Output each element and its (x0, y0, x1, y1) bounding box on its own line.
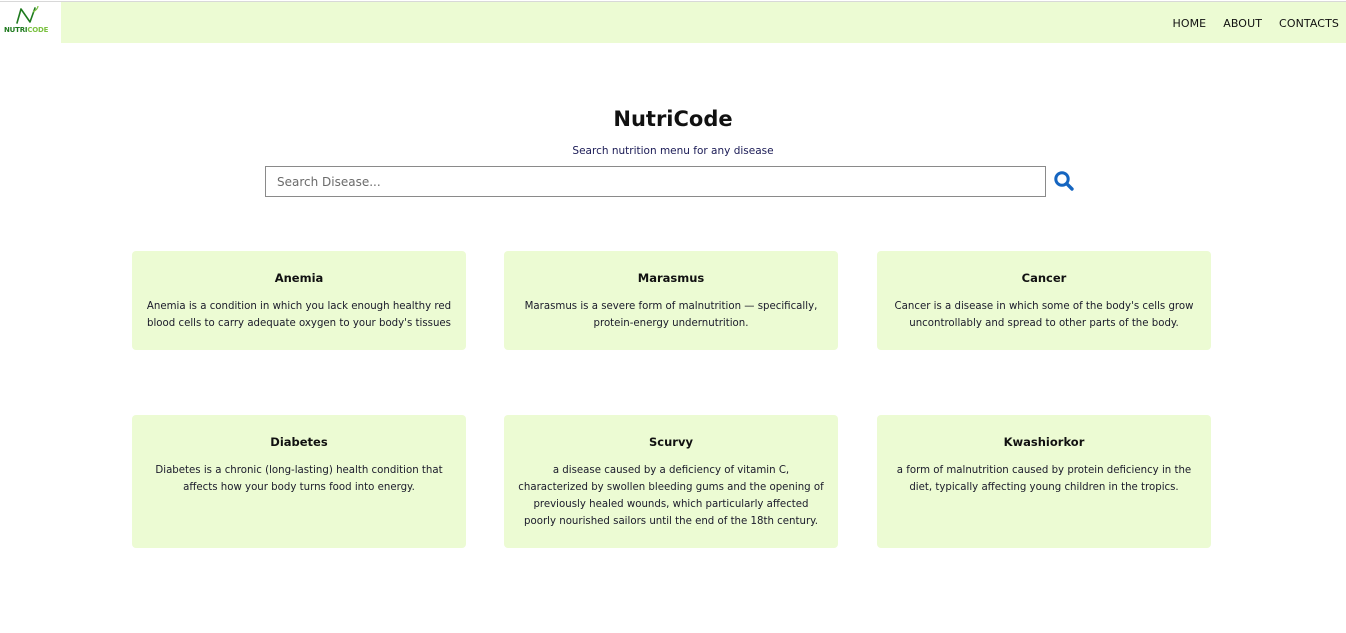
card-title: Cancer (1021, 271, 1067, 285)
top-navbar: NUTRICODE HOME ABOUT CONTACTS (0, 1, 1346, 44)
nav-home-link[interactable]: HOME (1172, 17, 1206, 30)
disease-card-diabetes[interactable]: Diabetes Diabetes is a chronic (long-las… (132, 415, 466, 548)
nav-contacts-link[interactable]: CONTACTS (1279, 17, 1339, 30)
card-description: a disease caused by a deficiency of vita… (518, 465, 824, 527)
card-description: a form of malnutrition caused by protein… (896, 465, 1192, 493)
card-title: Scurvy (649, 435, 693, 449)
disease-card-kwashiorkor[interactable]: Kwashiorkor a form of malnutrition cause… (877, 415, 1211, 548)
brand-logo[interactable]: NUTRICODE (0, 2, 61, 44)
card-title: Marasmus (637, 271, 705, 285)
disease-card-cancer[interactable]: Cancer Cancer is a disease in which some… (877, 251, 1211, 350)
card-description: Anemia is a condition in which you lack … (146, 301, 452, 329)
card-description: Marasmus is a severe form of malnutritio… (524, 301, 818, 329)
search-icon (1054, 171, 1074, 191)
page-title: NutriCode (613, 107, 733, 131)
search-input[interactable] (265, 166, 1046, 197)
card-title: Anemia (274, 271, 324, 285)
card-description: Cancer is a disease in which some of the… (894, 301, 1194, 329)
search-button[interactable] (1053, 170, 1075, 192)
card-title: Kwashiorkor (1003, 435, 1085, 449)
card-description: Diabetes is a chronic (long-lasting) hea… (155, 465, 443, 493)
disease-card-anemia[interactable]: Anemia Anemia is a condition in which yo… (132, 251, 466, 350)
disease-card-scurvy[interactable]: Scurvy a disease caused by a deficiency … (504, 415, 838, 548)
logo-text: NUTRICODE (4, 26, 49, 34)
nav-links: HOME ABOUT CONTACTS (1172, 17, 1339, 30)
nav-about-link[interactable]: ABOUT (1223, 17, 1262, 30)
logo-leaf-icon (16, 6, 39, 24)
disease-card-marasmus[interactable]: Marasmus Marasmus is a severe form of ma… (504, 251, 838, 350)
page-subtitle: Search nutrition menu for any disease (572, 145, 774, 157)
card-title: Diabetes (270, 435, 328, 449)
